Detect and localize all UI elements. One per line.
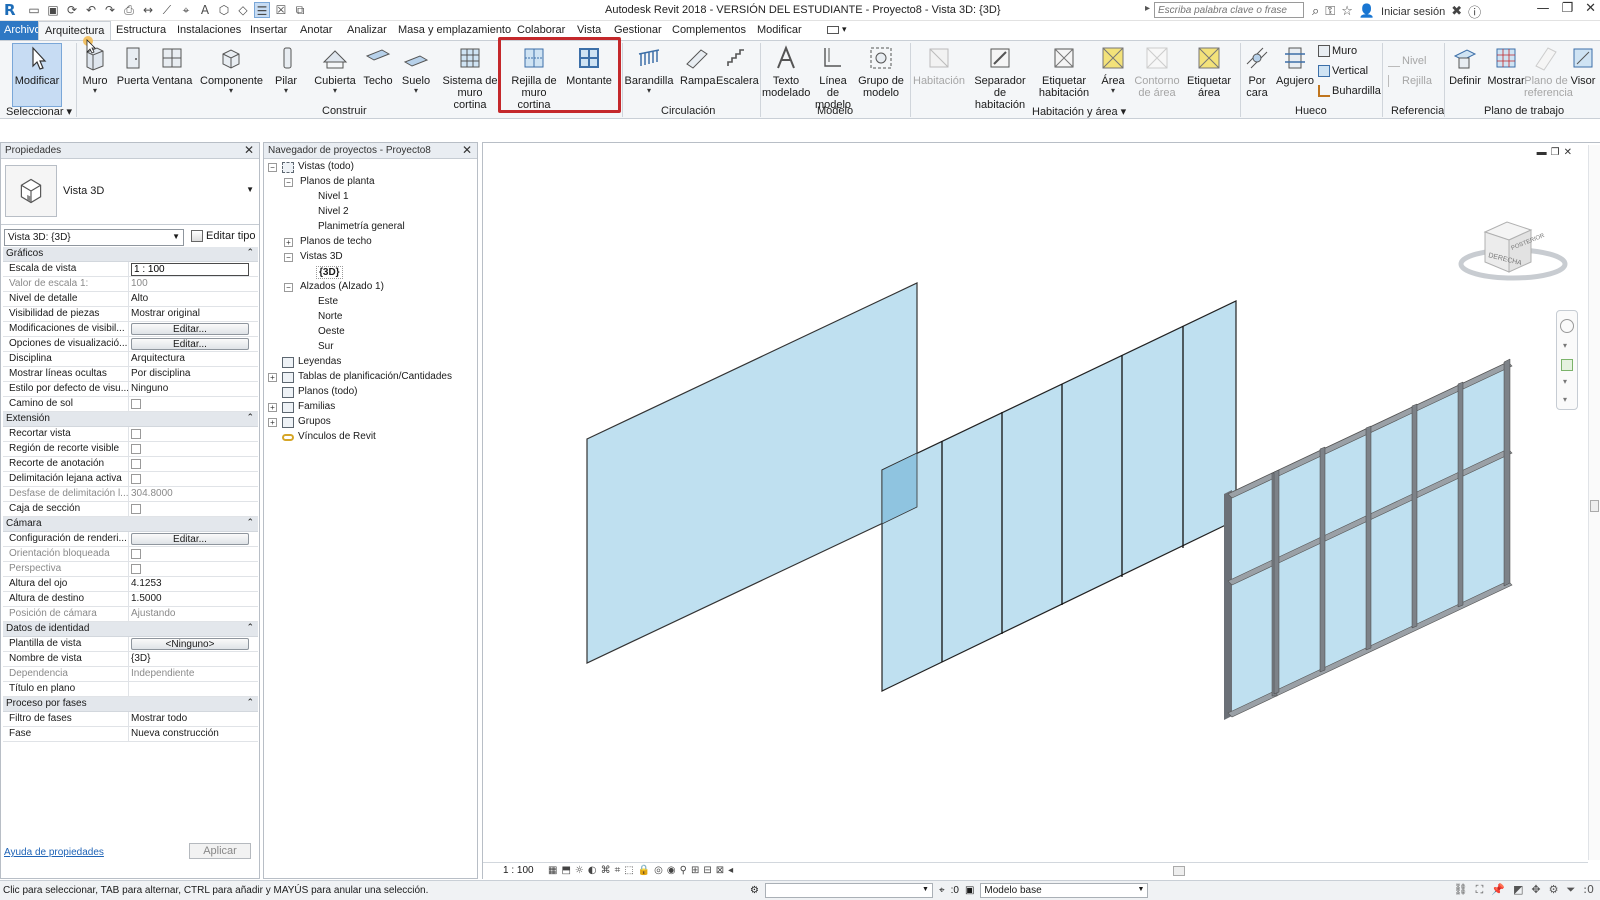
reveal-hidden-icon[interactable]: ◉ xyxy=(667,865,676,876)
render-icon[interactable]: ⌘ xyxy=(601,865,611,876)
horizontal-scroll-thumb[interactable] xyxy=(1173,866,1185,876)
chevron-down-icon[interactable]: ▾ xyxy=(1563,377,1567,386)
highlight-displacement-icon[interactable]: ⊟ xyxy=(703,865,711,876)
temporary-hide-icon[interactable]: ◎ xyxy=(654,865,663,876)
scroll-thumb[interactable] xyxy=(1590,500,1599,512)
viewcube[interactable]: DERECHA POSTERIOR xyxy=(1455,212,1575,295)
visual-style-icon[interactable]: ⬒ xyxy=(561,865,570,876)
detail-level-icon[interactable]: ▦ xyxy=(548,865,557,876)
filter-count: :0 xyxy=(1583,883,1594,896)
select-by-face-icon[interactable]: ◩ xyxy=(1513,883,1523,897)
select-links-icon[interactable]: ⛓ xyxy=(1454,883,1468,897)
constraints-icon[interactable]: ⊠ xyxy=(716,865,724,876)
worksharing-icon[interactable]: ⚲ xyxy=(680,865,687,876)
sun-path-icon[interactable]: ☼ xyxy=(575,865,584,876)
shadows-icon[interactable]: ◐ xyxy=(588,865,597,876)
select-pinned-icon[interactable]: 📌 xyxy=(1491,883,1505,897)
view-control-bar: 1 : 100 ▦ ⬒ ☼ ◐ ⌘ ⌗ ⬚ 🔒 ◎ ◉ ⚲ ⊞ ⊟ ⊠ ◂ xyxy=(483,862,1588,878)
status-mid-tools: ⚙ ▼ ⌖ :0 ▣ Modelo base ▼ xyxy=(750,883,1149,898)
drag-elements-icon[interactable]: ✥ xyxy=(1531,883,1540,897)
selection-filter-tools: ⛓ ⛶ 📌 ◩ ✥ ⚙ ⏷ :0 xyxy=(1454,883,1594,897)
background-process-icon[interactable]: ⚙ xyxy=(1549,883,1559,897)
curtain-wall-mullions[interactable] xyxy=(1224,358,1513,720)
chevron-down-icon: ▼ xyxy=(1137,886,1145,893)
navigation-bar: ▾ ▾ ▾ xyxy=(1556,310,1578,410)
steering-wheel-icon[interactable] xyxy=(1560,319,1574,333)
lock-view-icon[interactable]: 🔒 xyxy=(638,865,650,876)
status-bar: Clic para seleccionar, TAB para alternar… xyxy=(0,880,1600,900)
view-scale-label[interactable]: 1 : 100 xyxy=(503,865,534,876)
editable-only-icon[interactable]: ⌖ xyxy=(939,885,945,896)
crop-view-icon[interactable]: ⌗ xyxy=(615,865,621,876)
selection-count: :0 xyxy=(950,885,959,896)
curtain-wall-plain[interactable] xyxy=(586,282,918,664)
chevron-down-icon[interactable]: ▾ xyxy=(1563,341,1567,350)
design-options-icon[interactable]: ▣ xyxy=(965,885,974,896)
crop-region-icon[interactable]: ⬚ xyxy=(624,865,633,876)
3d-model-canvas[interactable] xyxy=(0,0,1600,900)
viewport-vertical-scrollbar[interactable] xyxy=(1588,145,1600,860)
design-option-dropdown[interactable]: Modelo base ▼ xyxy=(980,883,1149,898)
chevron-down-icon: ▼ xyxy=(922,886,929,893)
select-underlay-icon[interactable]: ⛶ xyxy=(1476,883,1484,897)
status-message: Clic para seleccionar, TAB para alternar… xyxy=(3,885,429,896)
scroll-left-icon[interactable]: ◂ xyxy=(728,865,733,876)
filter-icon[interactable]: ⏷ xyxy=(1566,883,1575,897)
worksets-icon[interactable]: ⚙ xyxy=(750,885,759,896)
zoom-region-icon[interactable] xyxy=(1561,359,1573,371)
view-control-icons: ▦ ⬒ ☼ ◐ ⌘ ⌗ ⬚ 🔒 ◎ ◉ ⚲ ⊞ ⊟ ⊠ ◂ xyxy=(548,865,733,876)
workset-dropdown[interactable]: ▼ xyxy=(764,883,933,898)
nav-bar-options-icon[interactable]: ▾ xyxy=(1563,395,1567,404)
analytical-model-icon[interactable]: ⊞ xyxy=(691,865,699,876)
